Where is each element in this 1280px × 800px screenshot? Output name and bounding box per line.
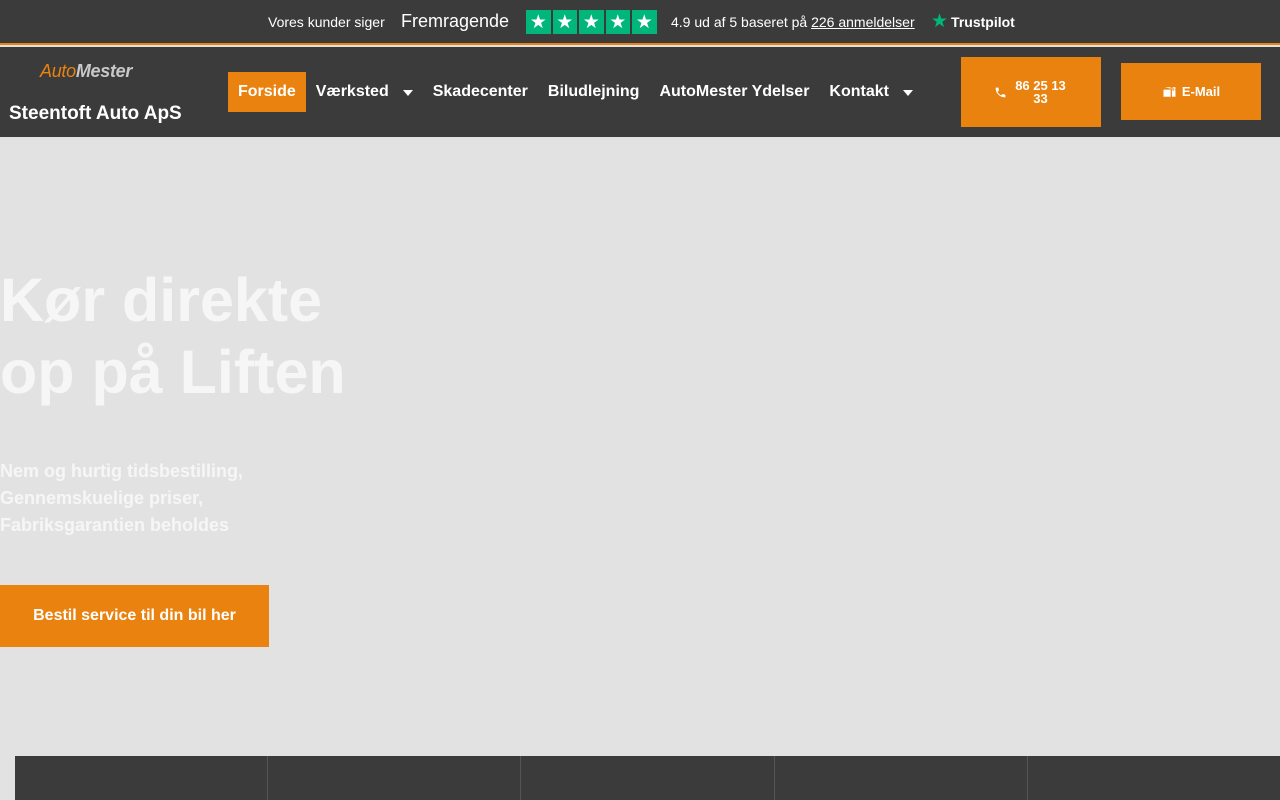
nav-item-forside[interactable]: Forside	[228, 72, 306, 112]
nav-label: Skadecenter	[432, 83, 528, 100]
mailbox-icon	[1163, 86, 1176, 97]
star-icon: ★	[632, 10, 657, 34]
hero-title-line2: op på Liften	[0, 338, 346, 406]
nav-item-vaerksted[interactable]: Værksted	[306, 72, 423, 112]
phone-number: 86 25 13 33	[1015, 78, 1066, 106]
logo-mester: Mester	[75, 61, 133, 81]
phone-icon	[995, 87, 1005, 97]
nav-item-skadecenter[interactable]: Skadecenter	[423, 72, 538, 112]
feature-card[interactable]	[774, 756, 1028, 800]
feature-card[interactable]	[268, 756, 522, 800]
feature-card[interactable]	[1027, 756, 1280, 800]
star-icon: ★	[579, 10, 604, 34]
hero-sub-line1: Nem og hurtig tidsbestilling,	[0, 461, 243, 481]
star-icon: ★	[552, 10, 577, 34]
trustpilot-star-icon: ★	[931, 10, 949, 32]
main-nav: Forside Værksted Skadecenter Biludlejnin…	[228, 72, 923, 112]
nav-label: AutoMester Ydelser	[659, 83, 810, 100]
phone-button[interactable]: 86 25 13 33	[961, 57, 1101, 127]
chevron-down-icon	[902, 90, 913, 96]
feature-cards	[15, 756, 1280, 800]
nav-item-kontakt[interactable]: Kontakt	[819, 72, 923, 112]
nav-item-biludlejning[interactable]: Biludlejning	[538, 72, 650, 112]
feature-card[interactable]	[15, 756, 269, 800]
book-service-button[interactable]: Bestil service til din bil her	[0, 585, 269, 647]
email-button[interactable]: E-Mail	[1121, 63, 1261, 120]
automester-logo[interactable]: AutoMester	[40, 61, 132, 82]
nav-label: Forside	[238, 83, 296, 100]
hero-sub-line3: Fabriksgarantien beholdes	[0, 515, 230, 535]
trustpilot-intro: Vores kunder siger	[268, 14, 385, 30]
star-icon: ★	[605, 10, 630, 34]
reviews-link[interactable]: 226 anmeldelser	[811, 14, 915, 30]
logo-auto: Auto	[40, 61, 76, 81]
trustpilot-brand: Trustpilot	[951, 13, 1015, 30]
company-name[interactable]: Steentoft Auto ApS	[9, 103, 182, 125]
feature-card[interactable]	[521, 756, 775, 800]
trustpilot-stars: ★ ★ ★ ★ ★	[526, 10, 657, 34]
site-header: AutoMester Steentoft Auto ApS Forside Væ…	[0, 47, 1280, 137]
trustpilot-bar: Vores kunder siger Fremragende ★ ★ ★ ★ ★…	[0, 0, 1280, 45]
hero-title-line1: Kør direkte	[0, 266, 323, 334]
nav-label: Værksted	[315, 83, 389, 100]
nav-item-automester-ydelser[interactable]: AutoMester Ydelser	[649, 72, 819, 112]
trustpilot-score: 4.9 ud af 5 baseret på 226 anmeldelser	[671, 14, 915, 30]
star-icon: ★	[526, 10, 551, 34]
nav-label: Biludlejning	[547, 83, 640, 100]
trustpilot-verdict: Fremragende	[401, 11, 510, 31]
hero-subtitle: Nem og hurtig tidsbestilling, Gennemskue…	[0, 458, 300, 539]
nav-label: Kontakt	[829, 83, 889, 100]
score-text: 4.9 ud af 5 baseret på	[671, 14, 812, 30]
chevron-down-icon	[402, 90, 413, 96]
email-label: E-Mail	[1181, 84, 1221, 99]
hero-title: Kør direkte op på Liften	[0, 264, 420, 408]
hero-sub-line2: Gennemskuelige priser,	[0, 488, 204, 508]
trustpilot-logo[interactable]: ★ Trustpilot	[931, 12, 1015, 31]
